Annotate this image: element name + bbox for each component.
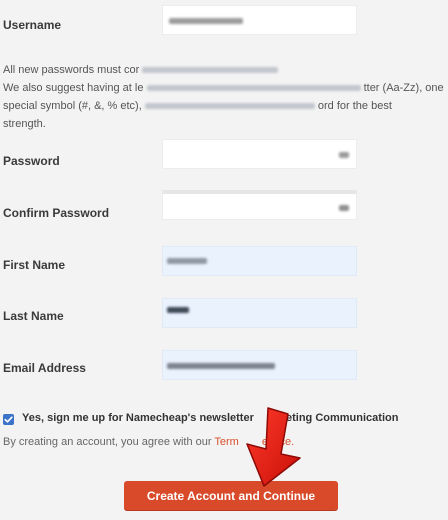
username-label: Username [3, 18, 62, 32]
email-input[interactable] [162, 350, 357, 380]
terms-text: By creating an account, you agree with o… [3, 436, 294, 448]
terms-prefix: By creating an account, you agree with o… [3, 436, 212, 448]
password-note-line2-start: We also suggest having at le [3, 82, 144, 94]
first-name-label: First Name [3, 258, 66, 272]
password-note-line2-end: tter (Aa-Zz), one [363, 82, 444, 94]
terms-link-end: ervice. [261, 436, 295, 448]
newsletter-checkbox[interactable] [3, 414, 14, 425]
confirm-password-input[interactable] [162, 190, 357, 220]
last-name-input[interactable] [162, 298, 357, 328]
password-note-line4: strength. [3, 118, 46, 130]
terms-link-start: Term [214, 436, 239, 448]
redacted-text [142, 67, 279, 74]
password-note-line3-start: special symbol (#, &, % etc), [3, 100, 142, 112]
email-label: Email Address [3, 361, 86, 375]
create-account-button[interactable]: Create Account and Continue [124, 481, 338, 510]
newsletter-label-end: keting Communication [279, 412, 399, 424]
password-note-line1: All new passwords must cor [3, 64, 140, 76]
password-input[interactable] [162, 139, 357, 169]
terms-of-service-link[interactable]: Term ervice. [214, 436, 294, 448]
confirm-password-label: Confirm Password [3, 206, 110, 220]
redacted-text [146, 85, 361, 92]
redacted-text [144, 103, 315, 110]
last-name-label: Last Name [3, 309, 64, 323]
first-name-input[interactable] [162, 246, 357, 276]
password-requirements-note: All new passwords must cor We also sugge… [3, 61, 445, 133]
password-manager-icon[interactable] [339, 152, 349, 158]
newsletter-label-start: Yes, sign me up for Namecheap's newslett… [22, 412, 254, 424]
username-input[interactable] [162, 5, 357, 35]
newsletter-label[interactable]: Yes, sign me up for Namecheap's newslett… [22, 412, 398, 424]
password-manager-icon[interactable] [339, 205, 349, 211]
checkmark-icon [4, 416, 13, 423]
password-note-line3-end: ord for the best [317, 100, 392, 112]
password-label: Password [3, 154, 60, 168]
